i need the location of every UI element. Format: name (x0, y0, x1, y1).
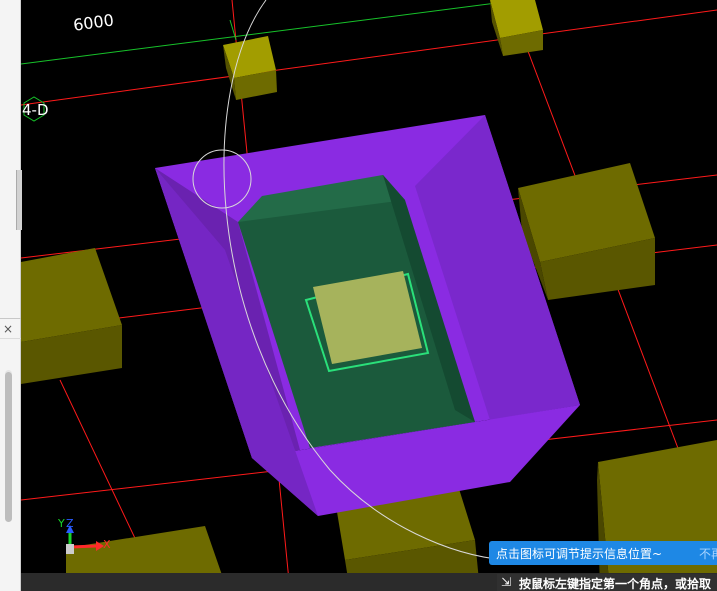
tip-dismiss-button[interactable]: 不再 (699, 545, 717, 562)
ucs-x-label: X (103, 538, 111, 551)
axis-tag-label: 4-D (22, 101, 49, 119)
command-prompt[interactable]: ⇲ 按鼠标左键指定第一个角点，或拾取 (497, 574, 717, 591)
cursor-corner-icon: ⇲ (501, 575, 512, 589)
scrollbar-thumb[interactable] (5, 372, 12, 522)
left-dock-panel: × (0, 0, 22, 591)
3d-viewport[interactable]: 6000 4-D X Y Z (21, 0, 717, 591)
panel-divider (0, 318, 21, 319)
close-icon[interactable]: × (3, 322, 13, 336)
scene-canvas[interactable] (21, 0, 717, 591)
grid-line-horizontal (21, 9, 717, 106)
column-top (598, 440, 717, 591)
tip-text: 点击图标可调节提示信息位置~ (496, 547, 663, 561)
pedestal-top (313, 271, 422, 364)
tip-banner[interactable]: 点击图标可调节提示信息位置~ 不再 (489, 541, 717, 565)
ucs-y-label: Y (58, 517, 65, 530)
ucs-z-label: Z (66, 517, 74, 530)
panel-divider (0, 338, 21, 339)
command-prompt-text: 按鼠标左键指定第一个角点，或拾取 (519, 577, 712, 591)
